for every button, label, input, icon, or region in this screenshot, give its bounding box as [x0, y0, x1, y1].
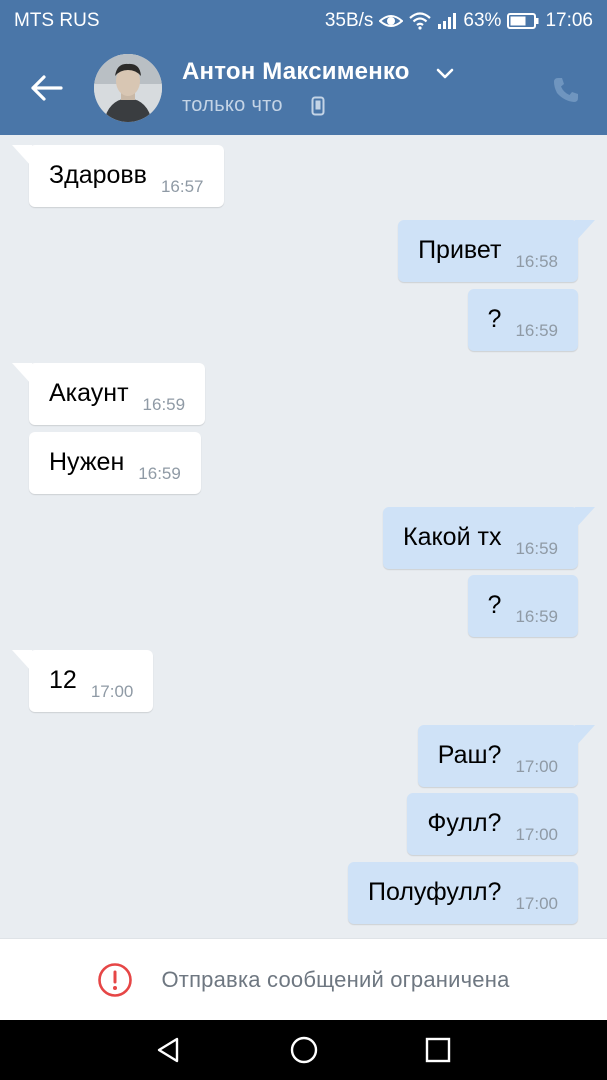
message-text: Здаровв	[49, 161, 147, 189]
chat-header: Антон Максименко только что	[0, 40, 607, 135]
exclamation-circle-icon	[97, 962, 133, 998]
message-time: 17:00	[515, 757, 558, 776]
bubble-tail	[12, 363, 32, 385]
clock: 17:06	[545, 10, 593, 31]
message-time: 16:59	[142, 395, 186, 414]
message-time: 17:00	[515, 825, 558, 844]
messaging-restricted-bar: Отправка сообщений ограничена	[0, 938, 607, 1020]
message-time: 17:00	[90, 682, 134, 701]
status-bar: MTS RUS 35B/s 63% 17:06	[0, 0, 607, 40]
mobile-phone-icon	[311, 96, 325, 116]
signal-icon	[437, 12, 457, 30]
back-button[interactable]	[22, 68, 70, 108]
message-text: ?	[487, 305, 502, 333]
contact-status: только что	[182, 94, 283, 116]
status-icons: 35B/s 63% 17:06	[319, 10, 593, 32]
message-text: Раш?	[437, 741, 502, 769]
message-text: Акаунт	[49, 379, 129, 407]
message-time: 17:00	[515, 894, 558, 913]
phone-icon	[554, 78, 578, 102]
outgoing-message[interactable]: Раш? 17:00	[417, 725, 595, 787]
system-nav-bar	[0, 1020, 607, 1080]
battery-percent: 63%	[463, 10, 502, 31]
message-time: 16:58	[515, 252, 558, 271]
eye-icon	[379, 13, 404, 29]
contact-name[interactable]: Антон Максименко	[182, 58, 410, 86]
incoming-message[interactable]: Акаунт 16:59	[12, 363, 206, 425]
battery-icon	[507, 13, 539, 29]
outgoing-message[interactable]: ? 16:59	[467, 289, 578, 351]
message-text: Нужен	[49, 448, 125, 476]
bubble-tail	[575, 507, 595, 529]
bubble-tail	[575, 725, 595, 747]
outgoing-message[interactable]: Полуфулл? 17:00	[348, 862, 578, 924]
arrow-left-icon	[31, 75, 63, 101]
recents-square-icon[interactable]	[422, 1034, 454, 1066]
message-text: Привет	[418, 236, 502, 264]
message-time: 16:59	[515, 607, 558, 626]
carrier-name: MTS RUS	[14, 10, 100, 31]
message-text: ?	[487, 591, 502, 619]
message-time: 16:59	[515, 539, 558, 558]
outgoing-message[interactable]: Какой тх 16:59	[383, 507, 595, 569]
outgoing-message[interactable]: Фулл? 17:00	[407, 793, 578, 855]
message-text: Какой тх	[403, 523, 502, 551]
chevron-down-icon[interactable]	[436, 68, 454, 80]
network-speed: 35B/s	[324, 10, 374, 31]
message-text: Полуфулл?	[368, 878, 502, 906]
restriction-text: Отправка сообщений ограничена	[161, 966, 510, 992]
message-text: 12	[49, 666, 77, 694]
message-time: 16:59	[515, 321, 558, 340]
call-button[interactable]	[548, 72, 584, 108]
message-time: 16:59	[138, 464, 181, 483]
wifi-icon	[409, 12, 432, 30]
message-time: 16:57	[160, 177, 204, 196]
message-list[interactable]: Здаровв 16:57 Привет 16:58? 16:59 Акаунт 16:59…	[0, 135, 607, 938]
incoming-message[interactable]: 12 17:00	[12, 650, 154, 712]
incoming-message[interactable]: Нужен 16:59	[29, 432, 201, 494]
bubble-tail	[12, 145, 32, 167]
bubble-tail	[575, 220, 595, 242]
incoming-message[interactable]: Здаровв 16:57	[12, 145, 224, 207]
message-text: Фулл?	[427, 809, 502, 837]
avatar[interactable]	[94, 54, 162, 122]
outgoing-message[interactable]: Привет 16:58	[398, 220, 595, 282]
outgoing-message[interactable]: ? 16:59	[467, 575, 578, 637]
bubble-tail	[12, 650, 32, 672]
home-circle-icon[interactable]	[288, 1034, 320, 1066]
back-triangle-icon[interactable]	[152, 1034, 184, 1066]
